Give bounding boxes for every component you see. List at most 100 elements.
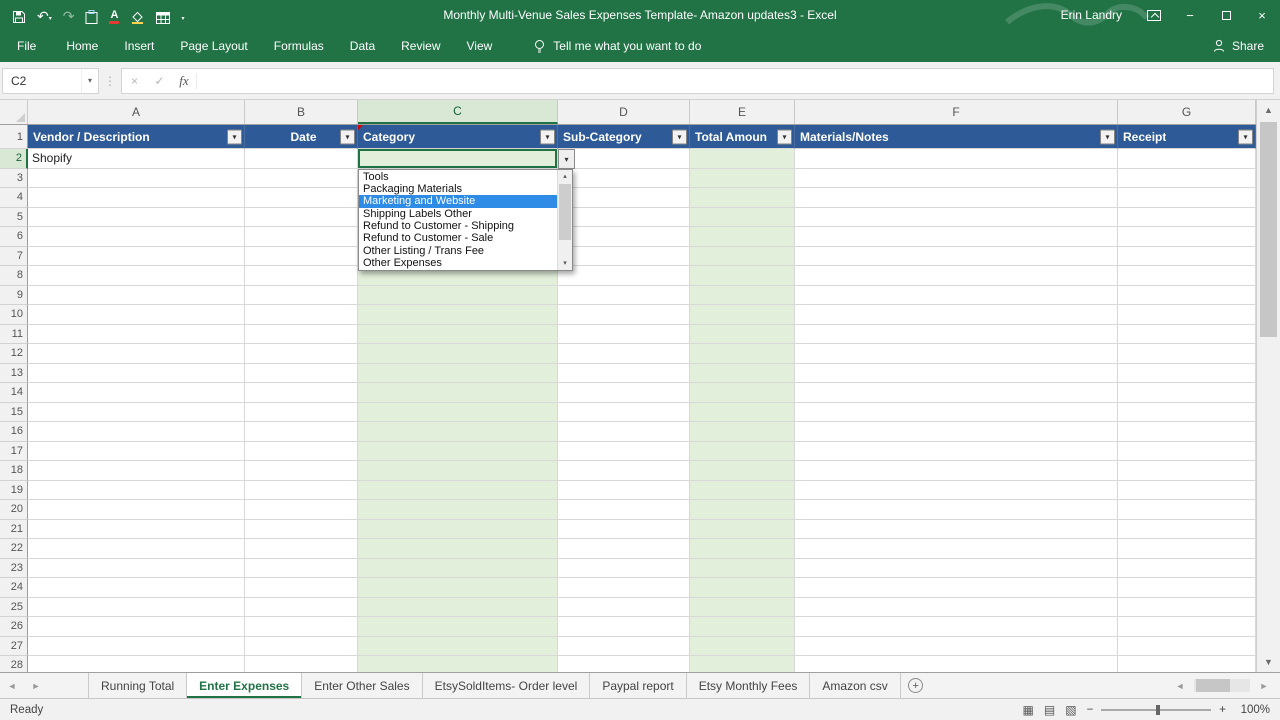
cell-E4[interactable] — [690, 188, 795, 208]
cell-C17[interactable] — [358, 441, 558, 461]
filter-button-icon[interactable]: ▾ — [777, 129, 792, 144]
cell-D12[interactable] — [558, 344, 690, 364]
cell-F17[interactable] — [795, 441, 1118, 461]
cell-G4[interactable] — [1118, 188, 1256, 208]
tab-scroll-left-icon[interactable]: ◄ — [1168, 681, 1192, 691]
cell-D20[interactable] — [558, 500, 690, 520]
name-box[interactable]: C2 ▾ — [2, 67, 99, 94]
horizontal-scroll-thumb[interactable] — [1196, 679, 1230, 692]
cell-E15[interactable] — [690, 402, 795, 422]
cell-B8[interactable] — [245, 266, 358, 286]
cell-D10[interactable] — [558, 305, 690, 325]
cell-A24[interactable] — [28, 578, 245, 598]
cell-G9[interactable] — [1118, 285, 1256, 305]
ribbon-tab-review[interactable]: Review — [388, 30, 453, 62]
qat-font-color-icon[interactable]: A — [109, 6, 120, 24]
cell-E25[interactable] — [690, 597, 795, 617]
filter-button-icon[interactable]: ▾ — [227, 129, 242, 144]
cell-B22[interactable] — [245, 539, 358, 559]
cell-G20[interactable] — [1118, 500, 1256, 520]
row-header-11[interactable]: 11 — [0, 324, 28, 344]
sheet-tab-enter-expenses[interactable]: Enter Expenses — [187, 673, 303, 698]
tell-me-box[interactable]: Tell me what you want to do — [533, 39, 701, 54]
cell-A2[interactable]: Shopify — [28, 149, 245, 169]
column-header-B[interactable]: B — [245, 100, 358, 124]
cell-B6[interactable] — [245, 227, 358, 247]
cell-D18[interactable] — [558, 461, 690, 481]
cell-E20[interactable] — [690, 500, 795, 520]
undo-dropdown-icon[interactable]: ▾ — [49, 14, 52, 24]
cell-A13[interactable] — [28, 363, 245, 383]
ribbon-tab-insert[interactable]: Insert — [111, 30, 167, 62]
cell-G2[interactable] — [1118, 149, 1256, 169]
cell-E22[interactable] — [690, 539, 795, 559]
cell-D7[interactable] — [558, 246, 690, 266]
cell-E16[interactable] — [690, 422, 795, 442]
cell-G10[interactable] — [1118, 305, 1256, 325]
cell-G28[interactable] — [1118, 656, 1256, 672]
cell-G13[interactable] — [1118, 363, 1256, 383]
cell-C21[interactable] — [358, 519, 558, 539]
cell-D9[interactable] — [558, 285, 690, 305]
ribbon-tab-formulas[interactable]: Formulas — [261, 30, 337, 62]
cell-B21[interactable] — [245, 519, 358, 539]
cell-C20[interactable] — [358, 500, 558, 520]
sheet-tab-running-total[interactable]: Running Total — [88, 673, 188, 698]
sheet-tab-enter-other-sales[interactable]: Enter Other Sales — [302, 673, 423, 698]
cell-F28[interactable] — [795, 656, 1118, 672]
cell-C15[interactable] — [358, 402, 558, 422]
insert-function-icon[interactable]: fx — [172, 72, 197, 89]
redo-icon[interactable]: ↷ — [63, 6, 75, 24]
tab-scroll-right-icon[interactable]: ► — [1252, 681, 1276, 691]
cell-A19[interactable] — [28, 480, 245, 500]
sheet-nav-left-icon[interactable]: ◄ — [0, 673, 24, 698]
dropdown-item-other-expenses[interactable]: Other Expenses — [359, 257, 557, 269]
scroll-down-icon[interactable]: ▼ — [1257, 652, 1280, 672]
row-header-9[interactable]: 9 — [0, 285, 28, 305]
header-cell-date[interactable]: Date ▾ — [245, 125, 358, 149]
cell-A3[interactable] — [28, 168, 245, 188]
sheet-tab-paypal-report[interactable]: Paypal report — [590, 673, 687, 698]
cell-E9[interactable] — [690, 285, 795, 305]
cell-A23[interactable] — [28, 558, 245, 578]
cell-E19[interactable] — [690, 480, 795, 500]
row-header-26[interactable]: 26 — [0, 617, 28, 637]
cell-D23[interactable] — [558, 558, 690, 578]
cell-E6[interactable] — [690, 227, 795, 247]
cell-C23[interactable] — [358, 558, 558, 578]
cell-B3[interactable] — [245, 168, 358, 188]
cell-B24[interactable] — [245, 578, 358, 598]
cell-G16[interactable] — [1118, 422, 1256, 442]
row-header-18[interactable]: 18 — [0, 461, 28, 481]
cell-G12[interactable] — [1118, 344, 1256, 364]
cell-F18[interactable] — [795, 461, 1118, 481]
cell-D5[interactable] — [558, 207, 690, 227]
cell-A10[interactable] — [28, 305, 245, 325]
header-cell-total-amoun[interactable]: Total Amoun ▾ — [690, 125, 795, 149]
cell-A27[interactable] — [28, 636, 245, 656]
cell-C14[interactable] — [358, 383, 558, 403]
cell-A6[interactable] — [28, 227, 245, 247]
cell-B15[interactable] — [245, 402, 358, 422]
cell-D8[interactable] — [558, 266, 690, 286]
dropdown-item-other-listing-trans-fee[interactable]: Other Listing / Trans Fee — [359, 245, 557, 257]
sheet-tab-etsysolditems-order-level[interactable]: EtsySoldItems- Order level — [423, 673, 591, 698]
zoom-level[interactable]: 100% — [1236, 704, 1270, 716]
cell-B18[interactable] — [245, 461, 358, 481]
cell-C19[interactable] — [358, 480, 558, 500]
cell-D13[interactable] — [558, 363, 690, 383]
cell-F15[interactable] — [795, 402, 1118, 422]
select-all-corner[interactable] — [0, 100, 28, 124]
row-header-23[interactable]: 23 — [0, 558, 28, 578]
header-cell-materials-notes[interactable]: Materials/Notes ▾ — [795, 125, 1118, 149]
cell-C22[interactable] — [358, 539, 558, 559]
cell-F9[interactable] — [795, 285, 1118, 305]
ribbon-tab-view[interactable]: View — [454, 30, 506, 62]
cell-F19[interactable] — [795, 480, 1118, 500]
cell-D15[interactable] — [558, 402, 690, 422]
cell-G25[interactable] — [1118, 597, 1256, 617]
row-header-19[interactable]: 19 — [0, 480, 28, 500]
ribbon-tab-data[interactable]: Data — [337, 30, 388, 62]
cell-A11[interactable] — [28, 324, 245, 344]
cell-D22[interactable] — [558, 539, 690, 559]
